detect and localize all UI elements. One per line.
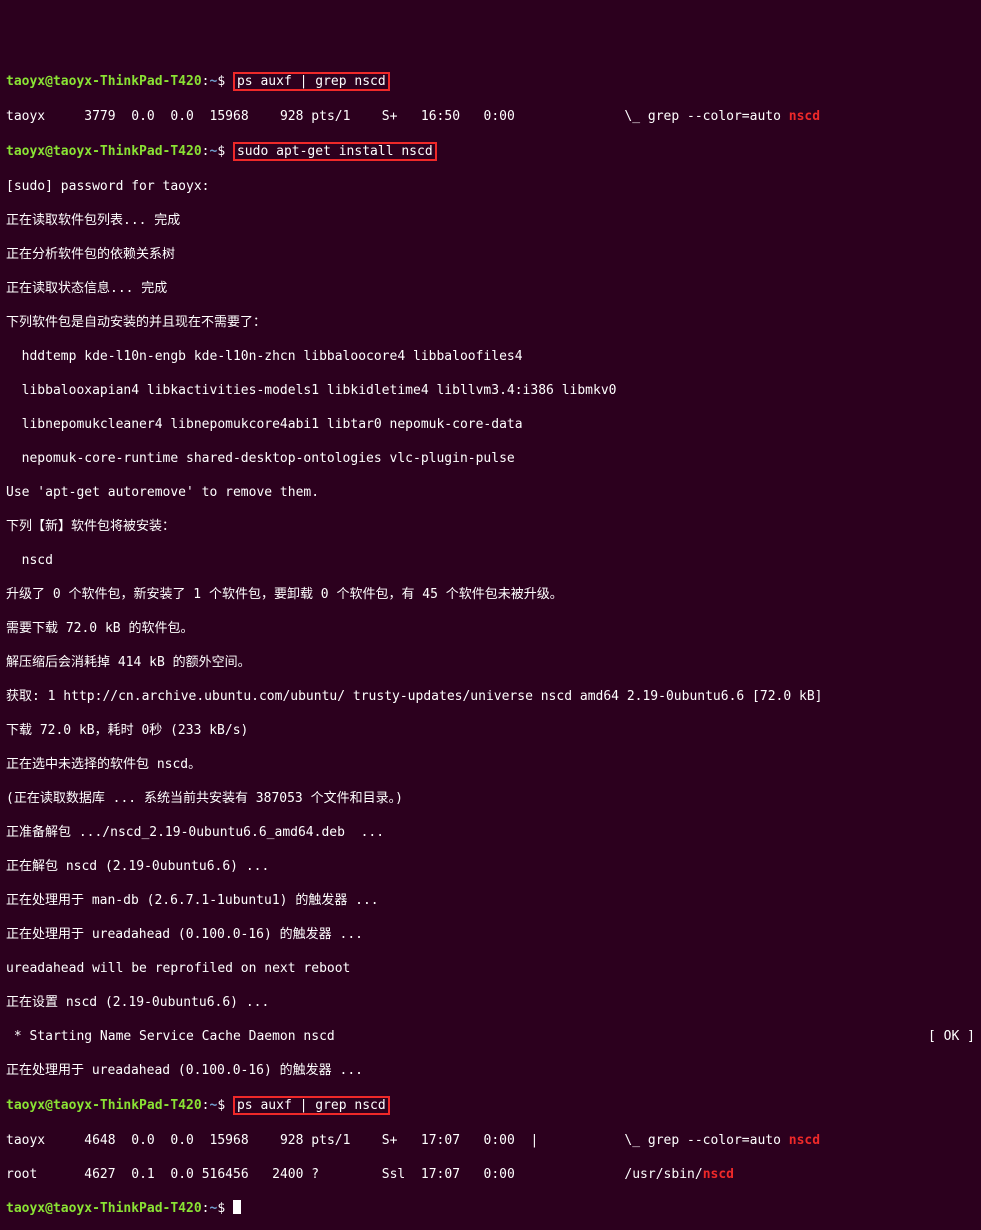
grep-match: nscd xyxy=(703,1167,734,1182)
terminal-line: ureadahead will be reprofiled on next re… xyxy=(6,960,975,977)
terminal-line: 正在选中未选择的软件包 nscd。 xyxy=(6,756,975,773)
cursor[interactable] xyxy=(233,1200,241,1214)
terminal-line: nscd xyxy=(6,552,975,569)
terminal-line: 正在读取状态信息... 完成 xyxy=(6,280,975,297)
command-highlight: ps auxf | grep nscd xyxy=(233,72,390,91)
ps-output-row: taoyx 4648 0.0 0.0 15968 928 pts/1 S+ 17… xyxy=(6,1132,975,1149)
terminal-line: 获取: 1 http://cn.archive.ubuntu.com/ubunt… xyxy=(6,688,975,705)
prompt-user: taoyx@taoyx-ThinkPad-T420 xyxy=(6,144,202,159)
terminal-line: taoyx@taoyx-ThinkPad-T420:~$ ps auxf | g… xyxy=(6,72,975,91)
terminal-line: hddtemp kde-l10n-engb kde-l10n-zhcn libb… xyxy=(6,348,975,365)
terminal-line: * Starting Name Service Cache Daemon nsc… xyxy=(6,1028,975,1045)
prompt-user: taoyx@taoyx-ThinkPad-T420 xyxy=(6,74,202,89)
prompt-user: taoyx@taoyx-ThinkPad-T420 xyxy=(6,1201,202,1216)
grep-match: nscd xyxy=(789,109,820,124)
terminal-line: 正在分析软件包的依赖关系树 xyxy=(6,246,975,263)
terminal-line: taoyx@taoyx-ThinkPad-T420:~$ sudo apt-ge… xyxy=(6,142,975,161)
terminal-line: 正在设置 nscd (2.19-0ubuntu6.6) ... xyxy=(6,994,975,1011)
command-highlight: sudo apt-get install nscd xyxy=(233,142,437,161)
ps-output-row: taoyx 3779 0.0 0.0 15968 928 pts/1 S+ 16… xyxy=(6,108,975,125)
terminal-line: 正在处理用于 ureadahead (0.100.0-16) 的触发器 ... xyxy=(6,926,975,943)
terminal-line: nepomuk-core-runtime shared-desktop-onto… xyxy=(6,450,975,467)
terminal-line[interactable]: taoyx@taoyx-ThinkPad-T420:~$ xyxy=(6,1200,975,1217)
terminal-line: libbalooxapian4 libkactivities-models1 l… xyxy=(6,382,975,399)
prompt-path: ~ xyxy=(210,1098,218,1113)
terminal-line: 正在处理用于 man-db (2.6.7.1-1ubuntu1) 的触发器 ..… xyxy=(6,892,975,909)
command-highlight: ps auxf | grep nscd xyxy=(233,1096,390,1115)
prompt-path: ~ xyxy=(210,1201,218,1216)
terminal-line: libnepomukcleaner4 libnepomukcore4abi1 l… xyxy=(6,416,975,433)
terminal-line: 解压缩后会消耗掉 414 kB 的额外空间。 xyxy=(6,654,975,671)
terminal-line: [sudo] password for taoyx: xyxy=(6,178,975,195)
terminal-line: 正准备解包 .../nscd_2.19-0ubuntu6.6_amd64.deb… xyxy=(6,824,975,841)
terminal-line: 正在解包 nscd (2.19-0ubuntu6.6) ... xyxy=(6,858,975,875)
terminal-line: 下载 72.0 kB，耗时 0秒 (233 kB/s) xyxy=(6,722,975,739)
prompt-user: taoyx@taoyx-ThinkPad-T420 xyxy=(6,1098,202,1113)
status-ok: [ OK ] xyxy=(928,1028,975,1045)
grep-match: nscd xyxy=(789,1133,820,1148)
terminal-line: taoyx@taoyx-ThinkPad-T420:~$ ps auxf | g… xyxy=(6,1096,975,1115)
terminal-line: 正在处理用于 ureadahead (0.100.0-16) 的触发器 ... xyxy=(6,1062,975,1079)
terminal-line: 需要下载 72.0 kB 的软件包。 xyxy=(6,620,975,637)
ps-output-row: root 4627 0.1 0.0 516456 2400 ? Ssl 17:0… xyxy=(6,1166,975,1183)
terminal-line: Use 'apt-get autoremove' to remove them. xyxy=(6,484,975,501)
terminal-line: 下列【新】软件包将被安装： xyxy=(6,518,975,535)
terminal-line: 升级了 0 个软件包，新安装了 1 个软件包，要卸载 0 个软件包，有 45 个… xyxy=(6,586,975,603)
terminal-line: 下列软件包是自动安装的并且现在不需要了： xyxy=(6,314,975,331)
terminal-line: 正在读取软件包列表... 完成 xyxy=(6,212,975,229)
terminal-line: (正在读取数据库 ... 系统当前共安装有 387053 个文件和目录。) xyxy=(6,790,975,807)
